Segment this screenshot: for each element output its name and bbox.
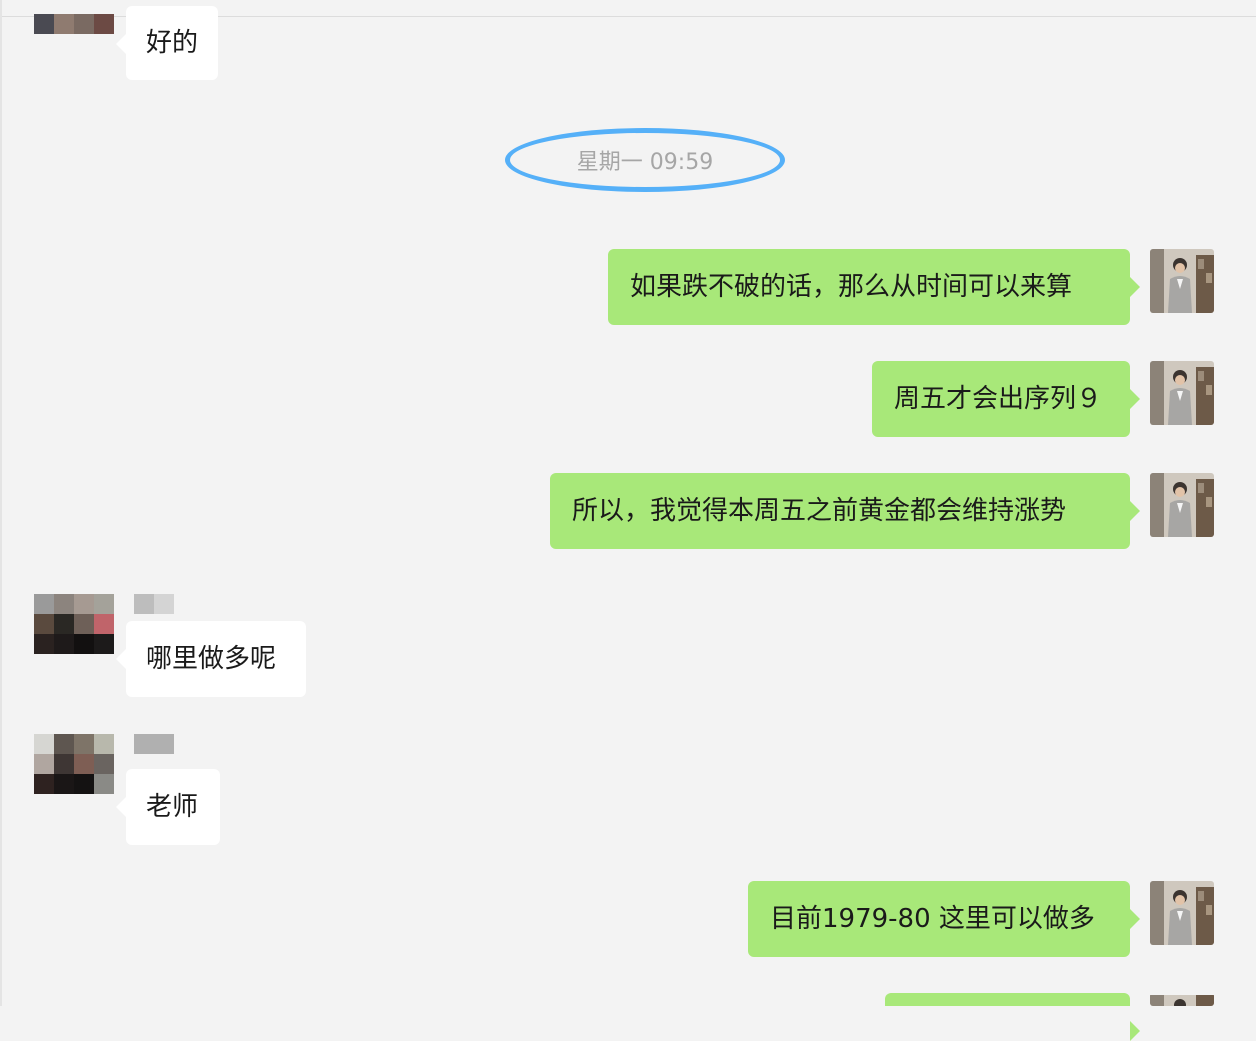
message-bubble-incoming[interactable]: 哪里做多呢: [116, 621, 306, 697]
contact-name-blurred: [134, 594, 174, 614]
message-timestamp: 星期一 09:59: [505, 128, 785, 192]
message-bubble-incoming[interactable]: 老师: [116, 769, 220, 845]
message-text: 好的: [146, 28, 199, 58]
message-bubble-outgoing[interactable]: 如果跌不破的话，那么从时间可以来算: [608, 249, 1140, 325]
self-avatar-photo-icon: [1150, 881, 1214, 945]
self-avatar-photo-icon: [1150, 361, 1214, 425]
self-avatar-photo-icon: [1150, 473, 1214, 537]
message-bubble-outgoing[interactable]: 目前1979-80 这里可以做多: [748, 881, 1140, 957]
self-avatar-photo-icon: [1150, 995, 1214, 1006]
message-text: 周五才会出序列９: [894, 384, 1103, 414]
contact-avatar-blurred[interactable]: [34, 594, 114, 654]
self-avatar[interactable]: [1150, 361, 1214, 425]
self-avatar[interactable]: [1150, 473, 1214, 537]
timestamp-text: 星期一 09:59: [576, 150, 714, 175]
message-text: 所以，我觉得本周五之前黄金都会维持涨势: [572, 496, 1067, 526]
contact-avatar-blurred[interactable]: [34, 734, 114, 794]
message-bubble-outgoing-partial[interactable]: [885, 993, 1140, 1041]
message-text: 老师: [146, 792, 199, 822]
message-text: 哪里做多呢: [146, 644, 277, 674]
message-bubble-incoming[interactable]: 好的: [115, 6, 219, 80]
contact-avatar-blurred[interactable]: [34, 14, 114, 34]
message-bubble-outgoing[interactable]: 周五才会出序列９: [872, 361, 1140, 437]
message-bubble-outgoing[interactable]: 所以，我觉得本周五之前黄金都会维持涨势: [550, 473, 1140, 549]
self-avatar-photo-icon: [1150, 249, 1214, 313]
message-text: 目前1979-80 这里可以做多: [770, 904, 1095, 934]
self-avatar[interactable]: [1150, 881, 1214, 945]
contact-name-blurred: [134, 734, 174, 754]
left-edge: [0, 0, 2, 1006]
self-avatar-partial[interactable]: [1150, 993, 1214, 1006]
self-avatar[interactable]: [1150, 249, 1214, 313]
message-text: 如果跌不破的话，那么从时间可以来算: [630, 272, 1073, 302]
